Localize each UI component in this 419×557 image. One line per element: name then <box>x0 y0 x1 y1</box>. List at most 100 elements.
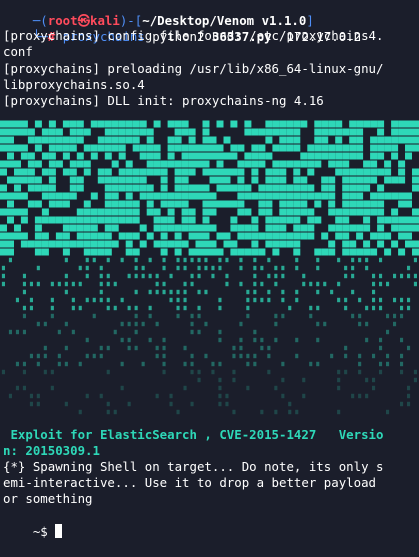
ascii-art-glyph <box>344 345 348 351</box>
ascii-art-glyph <box>279 176 287 184</box>
ascii-art-glyph <box>293 184 301 192</box>
ascii-art-glyph <box>265 128 273 136</box>
ascii-art-glyph <box>272 176 280 184</box>
ascii-art-glyph <box>216 168 224 176</box>
ascii-art-glyph <box>14 144 21 152</box>
ascii-art-glyph <box>78 281 82 287</box>
exploit-title: Exploit for ElasticSearch , CVE-2015-142… <box>3 427 384 442</box>
ascii-art-glyph <box>41 216 49 224</box>
ascii-art-glyph <box>258 192 266 200</box>
ascii-art-glyph <box>398 192 406 200</box>
ascii-art-glyph <box>83 200 91 208</box>
ascii-art-glyph <box>344 273 348 279</box>
ascii-art-glyph <box>342 216 350 224</box>
ascii-art-glyph <box>274 385 278 391</box>
ascii-art-glyph <box>134 265 138 271</box>
ascii-art-glyph <box>99 297 103 303</box>
ascii-art-glyph <box>412 184 419 192</box>
ascii-art-glyph <box>265 208 273 216</box>
ascii-art-glyph <box>160 184 168 192</box>
ascii-art-glyph <box>127 345 131 351</box>
ascii-art-glyph <box>230 216 238 224</box>
ascii-art-glyph <box>104 192 112 200</box>
ascii-art-glyph <box>344 297 348 303</box>
ascii-art-glyph <box>349 152 357 160</box>
ascii-art-glyph <box>83 144 91 152</box>
ascii-art-glyph <box>272 128 280 136</box>
ascii-art-glyph <box>69 136 77 144</box>
ascii-art-glyph <box>209 176 217 184</box>
ascii-art-glyph <box>232 353 236 359</box>
ascii-art-glyph <box>22 369 26 375</box>
ascii-art-glyph <box>190 273 194 279</box>
ascii-art-glyph <box>405 152 412 160</box>
ascii-art-glyph <box>83 160 91 168</box>
ascii-art-glyph <box>258 152 266 160</box>
ascii-art-glyph <box>400 369 404 375</box>
ascii-art-glyph <box>300 232 308 240</box>
terminal-window[interactable]: ─(root㉿kali)-[~/Desktop/Venom v1.1.0] └─… <box>0 0 419 539</box>
ascii-art-glyph <box>118 120 126 128</box>
ascii-art-glyph <box>111 200 119 208</box>
ascii-art-glyph <box>237 184 245 192</box>
ascii-art-glyph <box>57 361 61 367</box>
ascii-art-glyph <box>55 144 63 152</box>
ascii-art-glyph <box>85 337 89 343</box>
ascii-art-glyph <box>20 168 28 176</box>
ascii-art-glyph <box>286 128 294 136</box>
ascii-art-glyph <box>351 289 355 295</box>
ascii-art-glyph <box>295 409 299 415</box>
ascii-art-glyph <box>160 160 168 168</box>
ascii-art-glyph <box>265 224 273 232</box>
ascii-art-glyph <box>267 273 271 279</box>
ascii-art-glyph <box>162 345 166 351</box>
ascii-art-glyph <box>393 313 397 319</box>
ascii-art-glyph <box>335 224 343 232</box>
ascii-art-glyph <box>36 265 40 271</box>
ascii-art-glyph <box>97 216 105 224</box>
ascii-art-glyph <box>148 313 152 319</box>
ascii-art-glyph <box>55 128 63 136</box>
ascii-art-glyph <box>132 208 140 216</box>
ascii-art-glyph <box>232 369 236 375</box>
ascii-art-glyph <box>27 200 35 208</box>
ascii-art-glyph <box>412 248 419 256</box>
ascii-art-glyph <box>349 168 357 176</box>
ascii-art-glyph <box>398 232 406 240</box>
ascii-art-glyph <box>62 120 70 128</box>
ascii-art-glyph <box>211 273 215 279</box>
ascii-art-glyph <box>0 208 7 216</box>
ascii-art-glyph <box>328 160 336 168</box>
ascii-art-glyph <box>344 265 348 271</box>
ascii-art-glyph <box>7 160 14 168</box>
ascii-art-glyph <box>412 216 419 224</box>
ascii-art-glyph <box>125 216 133 224</box>
ascii-art-glyph <box>97 240 105 248</box>
ascii-art-glyph <box>300 176 308 184</box>
ascii-art-glyph <box>265 216 273 224</box>
ascii-art-glyph <box>363 240 371 248</box>
ascii-art-glyph <box>7 240 14 248</box>
ascii-art-glyph <box>169 401 173 407</box>
ascii-art-glyph <box>0 168 7 176</box>
ascii-art-glyph <box>176 265 180 271</box>
ascii-art-glyph <box>218 377 222 383</box>
ascii-art-glyph <box>358 353 362 359</box>
ascii-art-glyph <box>118 184 126 192</box>
ascii-art-glyph <box>174 176 182 184</box>
ascii-art-glyph <box>356 168 364 176</box>
ascii-art-glyph <box>251 128 259 136</box>
ascii-art-glyph <box>132 216 140 224</box>
ascii-art-glyph <box>174 224 182 232</box>
shell-prompt[interactable]: ~$ <box>3 507 63 557</box>
ascii-art-glyph <box>253 281 257 287</box>
ascii-art-glyph <box>293 168 301 176</box>
ascii-art-glyph <box>64 257 68 263</box>
ascii-art-glyph <box>118 152 126 160</box>
ascii-art-glyph <box>160 232 168 240</box>
ascii-art-glyph <box>62 232 70 240</box>
ascii-art-glyph <box>183 257 187 263</box>
ascii-art-glyph <box>125 240 133 248</box>
ascii-art-glyph <box>111 224 119 232</box>
ascii-art-glyph <box>139 152 147 160</box>
